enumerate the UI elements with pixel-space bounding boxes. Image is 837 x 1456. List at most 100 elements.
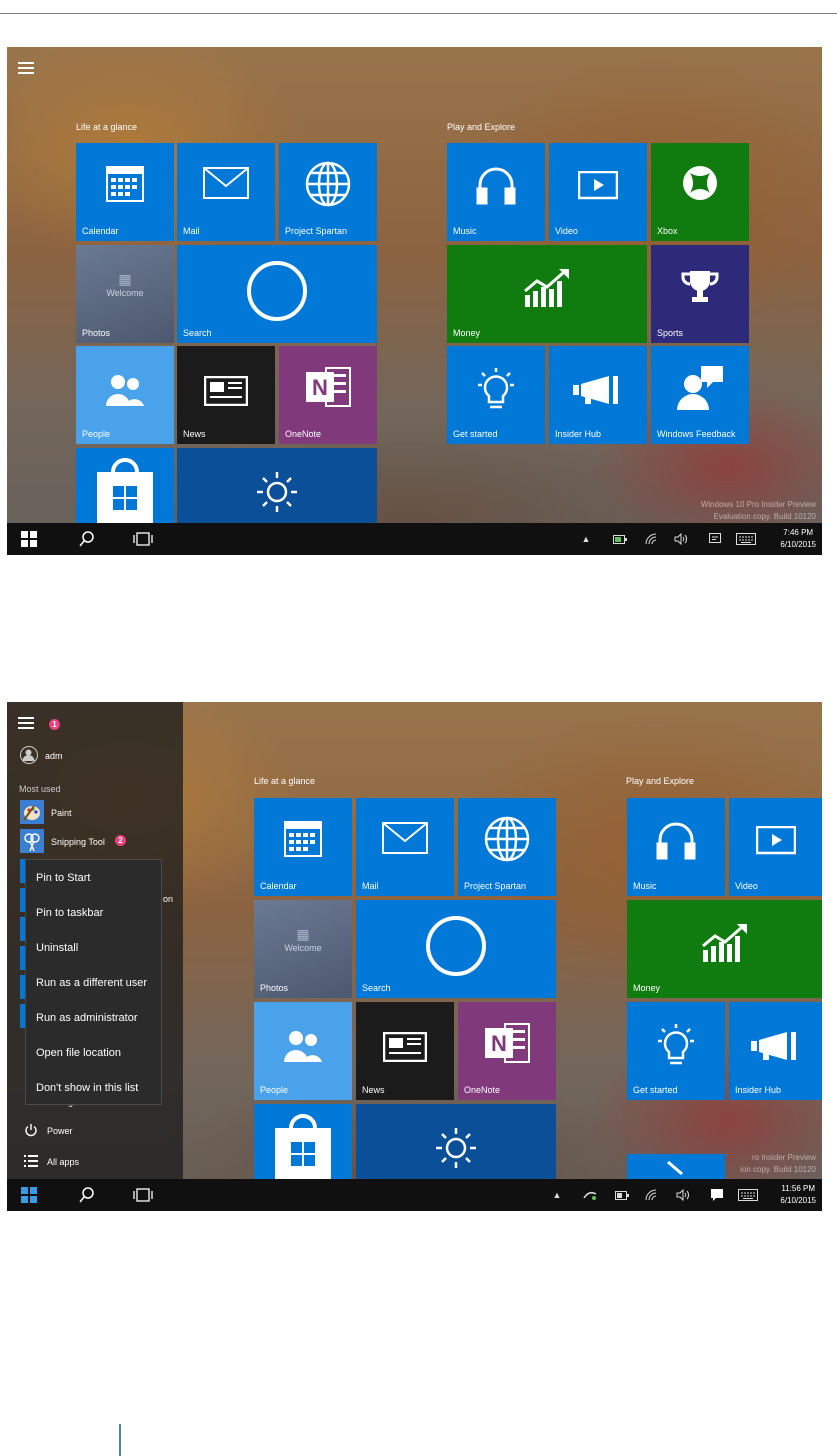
user-avatar-icon[interactable] (20, 746, 38, 764)
tile-mail[interactable]: Mail (177, 143, 275, 241)
menu-item-uninstall[interactable]: Uninstall (36, 942, 78, 954)
battery-icon[interactable] (613, 1179, 631, 1211)
tile-onenote[interactable]: N OneNote (279, 346, 377, 444)
system-clock[interactable]: 11:56 PM 6/10/2015 (780, 1183, 816, 1207)
show-hidden-icons-icon[interactable]: ▲ (550, 1179, 564, 1211)
tile-weather[interactable] (356, 1104, 556, 1179)
calendar-icon (76, 163, 174, 203)
headphones-icon (627, 818, 725, 862)
system-clock[interactable]: 7:46 PM 6/10/2015 (780, 527, 816, 551)
watermark-line2: ion copy. Build 10120 (740, 1165, 816, 1174)
action-center-icon[interactable] (707, 523, 723, 555)
step-badge-1: 1 (49, 719, 60, 730)
tile-onenote[interactable]: N OneNote (458, 1002, 556, 1100)
search-icon[interactable] (75, 1179, 99, 1211)
megaphone-icon (549, 374, 647, 406)
tile-search[interactable]: Search (356, 900, 556, 998)
tile-label: Project Spartan (464, 881, 527, 891)
tile-news[interactable]: News (356, 1002, 454, 1100)
tile-project-spartan[interactable]: Project Spartan (279, 143, 377, 241)
menu-item-run-as-different-user[interactable]: Run as a different user (36, 977, 147, 989)
show-hidden-icons-icon[interactable]: ▲ (579, 523, 593, 555)
task-view-icon[interactable] (131, 523, 155, 555)
tile-feedback-partial[interactable] (627, 1154, 725, 1179)
touch-keyboard-icon[interactable] (737, 1179, 759, 1211)
tile-project-spartan[interactable]: Project Spartan (458, 798, 556, 896)
tile-label: Windows Feedback (657, 429, 736, 439)
globe-icon (279, 161, 377, 207)
action-center-icon[interactable] (709, 1179, 725, 1211)
tile-label: Mail (183, 226, 200, 236)
tile-label: Calendar (260, 881, 297, 891)
tile-music[interactable]: Music (627, 798, 725, 896)
menu-item-open-file-location[interactable]: Open file location (36, 1047, 121, 1059)
video-icon (729, 826, 822, 856)
battery-plug-icon[interactable] (611, 523, 629, 555)
tile-video[interactable]: Video (729, 798, 822, 896)
tile-calendar[interactable]: Calendar (76, 143, 174, 241)
tile-video[interactable]: Video (549, 143, 647, 241)
touch-keyboard-icon[interactable] (735, 523, 757, 555)
tile-weather[interactable] (177, 448, 377, 523)
tile-calendar[interactable]: Calendar (254, 798, 352, 896)
task-view-icon[interactable] (131, 1179, 155, 1211)
tile-sports[interactable]: Sports (651, 245, 749, 343)
tile-money[interactable]: Money (627, 900, 822, 998)
taskbar: ▲ 11:56 PM 6/10/2015 (7, 1179, 822, 1211)
tile-news[interactable]: News (177, 346, 275, 444)
watermark-line1: ro Insider Preview (751, 1153, 816, 1162)
wifi-icon[interactable] (643, 1179, 659, 1211)
app-paint[interactable]: Paint (51, 808, 72, 818)
tile-people[interactable]: People (254, 1002, 352, 1100)
all-apps-icon (24, 1154, 38, 1168)
windows-start-icon[interactable] (17, 1179, 41, 1211)
store-icon (254, 1108, 352, 1179)
tile-label: Xbox (657, 226, 678, 236)
tile-store[interactable] (254, 1104, 352, 1179)
all-apps-button[interactable]: All apps (47, 1157, 79, 1167)
tile-windows-feedback[interactable]: Windows Feedback (651, 346, 749, 444)
welcome-preview: ▦ Welcome (254, 926, 352, 953)
tile-label: People (260, 1085, 289, 1095)
tile-label: Calendar (82, 226, 119, 236)
power-button[interactable]: Power (47, 1126, 73, 1136)
tile-mail[interactable]: Mail (356, 798, 454, 896)
menu-item-pin-to-start[interactable]: Pin to Start (36, 872, 90, 884)
network-status-icon[interactable] (581, 1179, 599, 1211)
tile-music[interactable]: Music (447, 143, 545, 241)
menu-item-run-as-administrator[interactable]: Run as administrator (36, 1012, 138, 1024)
lightbulb-icon (447, 368, 545, 412)
tile-label: OneNote (464, 1085, 501, 1095)
calendar-icon (254, 818, 352, 858)
hamburger-menu-icon[interactable] (18, 62, 34, 74)
menu-item-pin-to-taskbar[interactable]: Pin to taskbar (36, 907, 103, 919)
tile-photos[interactable]: ▦ Welcome Photos (254, 900, 352, 998)
search-icon[interactable] (75, 523, 99, 555)
tile-store[interactable] (76, 448, 174, 523)
tile-search[interactable]: Search (177, 245, 377, 343)
wifi-icon[interactable] (643, 523, 659, 555)
tile-get-started[interactable]: Get started (627, 1002, 725, 1100)
mail-icon (356, 822, 454, 854)
menu-item-dont-show[interactable]: Don't show in this list (36, 1082, 138, 1094)
tile-insider-hub[interactable]: Insider Hub (729, 1002, 822, 1100)
volume-icon[interactable] (673, 523, 689, 555)
tile-people[interactable]: People (76, 346, 174, 444)
hamburger-menu-icon[interactable] (18, 717, 34, 729)
tile-label: Insider Hub (555, 429, 602, 439)
tile-money[interactable]: Money (447, 245, 647, 343)
user-name[interactable]: adm (45, 751, 63, 761)
volume-icon[interactable] (675, 1179, 691, 1211)
app-snipping-tool[interactable]: Snipping Tool (51, 837, 105, 847)
tile-insider-hub[interactable]: Insider Hub (549, 346, 647, 444)
watermark-line2: Evaluation copy. Build 10120 (713, 512, 816, 521)
tile-photos[interactable]: ▦ Welcome Photos (76, 245, 174, 343)
tile-label: News (362, 1085, 385, 1095)
windows-mini-icon: ▦ (118, 271, 132, 287)
tile-label: Sports (657, 328, 684, 338)
megaphone-icon (729, 1030, 822, 1062)
tile-xbox[interactable]: Xbox (651, 143, 749, 241)
tile-get-started[interactable]: Get started (447, 346, 545, 444)
clock-time: 11:56 PM (781, 1184, 816, 1193)
windows-start-icon[interactable] (17, 523, 41, 555)
